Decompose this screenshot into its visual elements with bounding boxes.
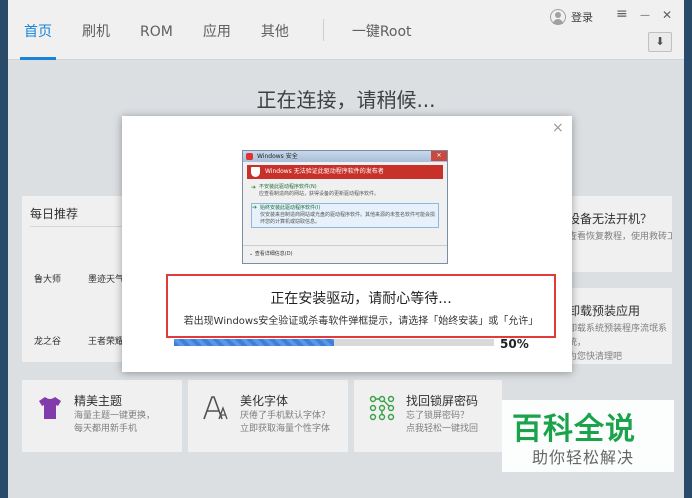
warning-shield-icon bbox=[251, 167, 260, 177]
option-desc: 应查看制造商的网站，获得设备的更新驱动程序软件。 bbox=[259, 191, 380, 197]
watermark-title: 百科全说 bbox=[512, 412, 636, 447]
option-dont-install[interactable]: ➔ 不安装此驱动程序软件(N) 应查看制造商的网站，获得设备的更新驱动程序软件。 bbox=[251, 184, 439, 198]
shield-icon bbox=[246, 153, 253, 160]
option-desc: 仅安装来自制造商网站或光盘的驱动程序软件。其他来源的未签名软件可能会损坏您的计算… bbox=[260, 212, 436, 225]
notice-desc: 若出现Windows安全验证或杀毒软件弹框提示，请选择「始终安装」或「允许」 bbox=[183, 316, 539, 327]
watermark-subtitle: 助你轻松解决 bbox=[532, 448, 635, 467]
watermark: 百科全说 助你轻松解决 bbox=[502, 400, 674, 472]
dialog-close-icon[interactable]: ✕ bbox=[431, 151, 447, 161]
driver-install-modal: × Windows 安全 ✕ Windows 无法验证此驱动程序软件的发布者 ➔… bbox=[122, 116, 572, 372]
install-progress-bar bbox=[174, 339, 494, 346]
dialog-warning-header: Windows 无法验证此驱动程序软件的发布者 bbox=[247, 165, 443, 179]
install-notice-box: 正在安装驱动，请耐心等待... 若出现Windows安全验证或杀毒软件弹框提示，… bbox=[166, 274, 556, 338]
option-always-install[interactable]: ➔ 始终安装此驱动程序软件(I) 仅安装来自制造商网站或光盘的驱动程序软件。其他… bbox=[251, 203, 439, 228]
option-title: 始终安装此驱动程序软件(I) bbox=[260, 205, 321, 211]
show-details-link[interactable]: ⌄ 查看详细信息(D) bbox=[249, 250, 293, 257]
progress-percent: 50% bbox=[500, 337, 529, 351]
app-window: 首页 刷机 ROM 应用 其他 一键Root 登录 ≡ — ✕ ⬇ 正在连接，请… bbox=[8, 0, 684, 498]
notice-title: 正在安装驱动，请耐心等待... bbox=[270, 291, 452, 307]
dialog-titlebar: Windows 安全 ✕ bbox=[243, 151, 447, 162]
close-icon[interactable]: × bbox=[552, 120, 564, 136]
arrow-icon: ➔ bbox=[252, 204, 258, 211]
progress-fill bbox=[174, 339, 334, 346]
dialog-header-text: Windows 无法验证此驱动程序软件的发布者 bbox=[265, 168, 384, 175]
arrow-icon: ➔ bbox=[251, 184, 257, 191]
option-title: 不安装此驱动程序软件(N) bbox=[259, 184, 317, 190]
windows-security-dialog: Windows 安全 ✕ Windows 无法验证此驱动程序软件的发布者 ➔ 不… bbox=[242, 150, 448, 264]
show-details-label: 查看详细信息(D) bbox=[254, 251, 293, 257]
dialog-title: Windows 安全 bbox=[257, 153, 298, 160]
